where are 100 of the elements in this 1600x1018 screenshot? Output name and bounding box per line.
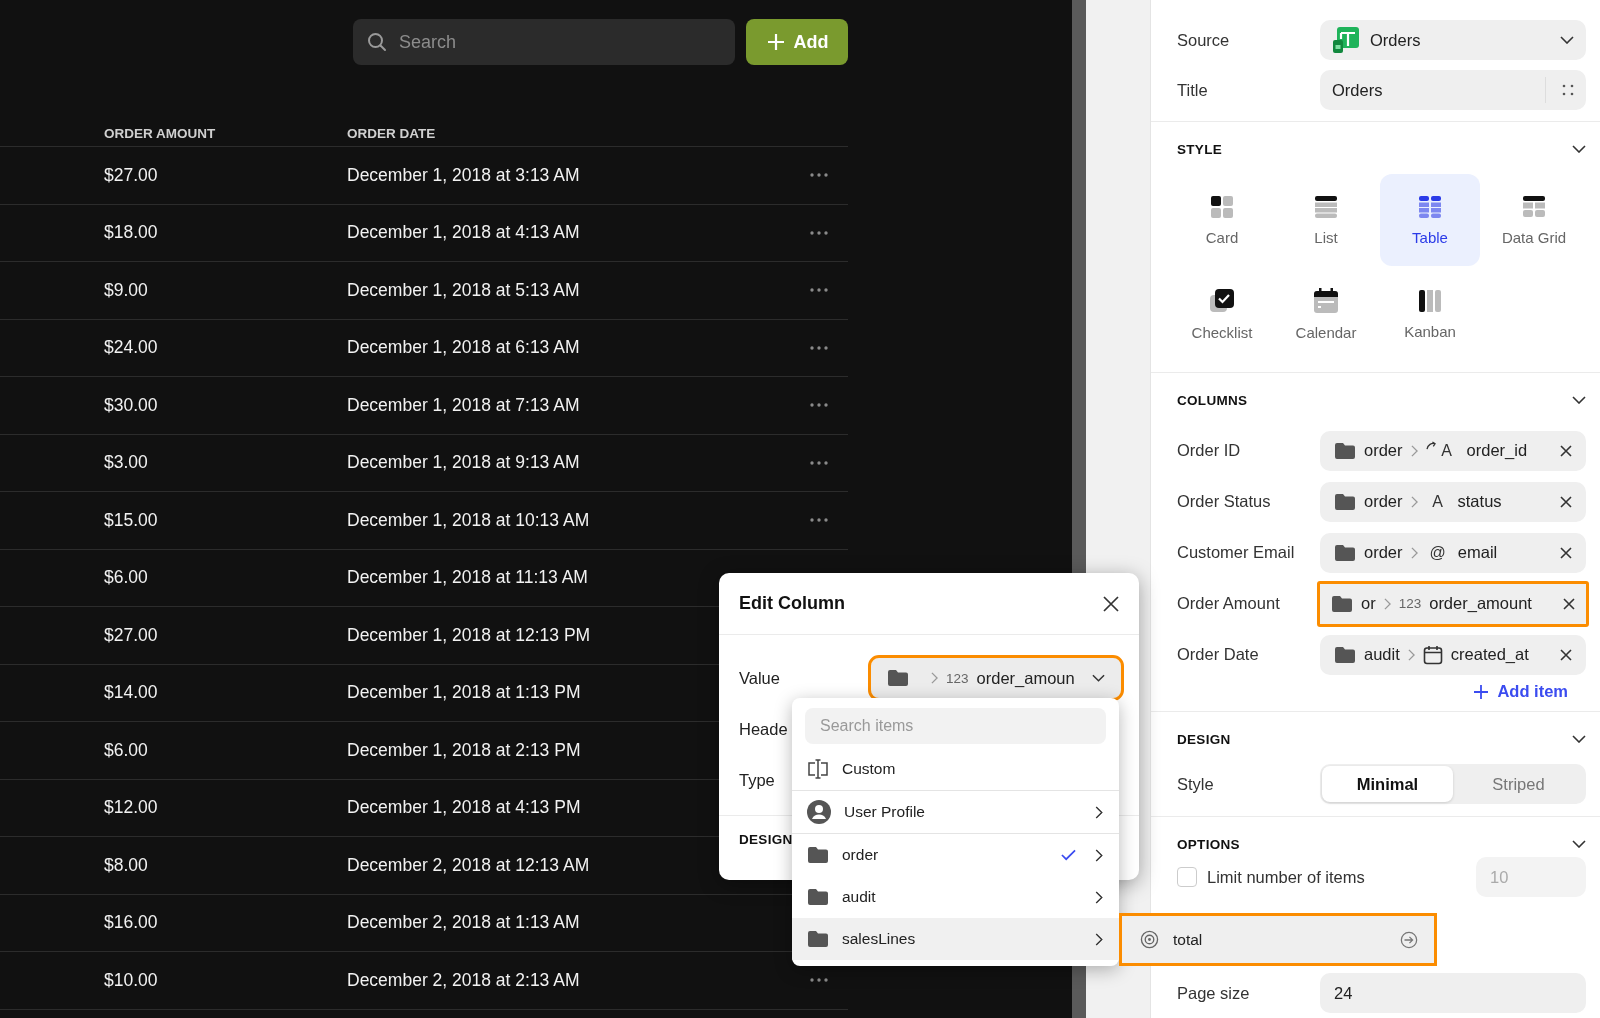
close-icon[interactable] xyxy=(1560,546,1572,559)
folder-icon xyxy=(1334,441,1356,460)
field-label: Source xyxy=(1177,30,1231,50)
folder-icon xyxy=(807,888,829,906)
search-field[interactable]: Search xyxy=(353,19,735,65)
style-option[interactable]: Calendar xyxy=(1276,268,1376,360)
table-cell-text: December 1, 2018 at 1:13 PM xyxy=(347,682,582,704)
chevron-right-icon xyxy=(1095,890,1103,904)
plus-icon xyxy=(765,32,786,52)
table-cell-text: $3.00 xyxy=(103,452,149,474)
type-label: @ xyxy=(1429,543,1446,562)
folder-icon xyxy=(807,846,829,864)
dialog-title: Edit Column xyxy=(739,593,845,614)
chevron-down-icon xyxy=(1092,674,1105,682)
add-item-button[interactable]: Add item xyxy=(1473,682,1568,701)
column-binding-chip[interactable]: order A order_id xyxy=(1320,430,1586,471)
table-cell-text: December 1, 2018 at 6:13 AM xyxy=(347,337,581,359)
segment-button[interactable]: Striped xyxy=(1453,766,1584,802)
column-binding-chip[interactable]: order @ email xyxy=(1320,532,1586,573)
style-option[interactable]: List xyxy=(1276,174,1376,266)
close-icon[interactable] xyxy=(1560,495,1572,508)
column-label: Order Status xyxy=(1177,492,1272,511)
table-cell-text: $15.00 xyxy=(103,509,159,531)
table-cell-text: December 1, 2018 at 12:13 PM xyxy=(347,624,592,646)
section-heading: DESIGN xyxy=(739,832,793,847)
more-icon[interactable] xyxy=(810,978,828,983)
chevron-down-icon[interactable] xyxy=(1572,840,1586,848)
type-label: A xyxy=(1440,441,1453,460)
table-cell-text: December 1, 2018 at 4:13 PM xyxy=(347,797,582,819)
search-items-field[interactable]: Search items xyxy=(805,708,1106,744)
folder-icon xyxy=(1334,492,1356,511)
section-heading: OPTIONS xyxy=(1177,836,1240,852)
submenu[interactable]: total xyxy=(1119,913,1437,966)
section-heading: STYLE xyxy=(1177,141,1222,157)
menu-item[interactable]: order xyxy=(792,833,1119,876)
chevron-right-icon xyxy=(1095,805,1103,819)
text-cursor-box-icon xyxy=(807,758,829,780)
menu-item[interactable]: salesLines xyxy=(792,918,1119,960)
more-icon[interactable] xyxy=(810,345,828,350)
more-icon[interactable] xyxy=(810,518,828,523)
calendar-icon xyxy=(1422,644,1443,665)
field-label: Value xyxy=(739,668,780,687)
close-icon[interactable] xyxy=(1103,595,1119,612)
style-option[interactable]: Data Grid xyxy=(1484,174,1584,266)
table-cell-text: $27.00 xyxy=(103,624,159,646)
search-icon xyxy=(367,32,387,52)
folder-icon xyxy=(1334,645,1356,664)
close-icon[interactable] xyxy=(1560,648,1572,661)
section-heading: COLUMNS xyxy=(1177,392,1248,408)
table-cell-text: December 1, 2018 at 10:13 AM xyxy=(347,509,591,531)
close-icon[interactable] xyxy=(1563,597,1575,610)
menu-item[interactable]: audit xyxy=(792,876,1119,918)
more-icon[interactable] xyxy=(810,460,828,465)
checkbox[interactable] xyxy=(1177,867,1197,887)
table-cell-text: $6.00 xyxy=(103,567,149,589)
column-label: Order Date xyxy=(1177,645,1260,664)
column-header: ORDER AMOUNT xyxy=(103,126,217,141)
column-label: Customer Email xyxy=(1177,543,1296,562)
column-binding-chip[interactable]: or 123 order_amount xyxy=(1317,580,1589,627)
table-cell-text: December 1, 2018 at 9:13 AM xyxy=(347,452,581,474)
table-cell-text: December 1, 2018 at 3:13 AM xyxy=(347,164,581,186)
more-icon[interactable] xyxy=(810,173,828,178)
style-option[interactable]: Card xyxy=(1172,174,1272,266)
value-dropdown[interactable]: 123 order_amoun xyxy=(871,658,1121,698)
table-cell-text: $14.00 xyxy=(103,682,159,704)
list-icon xyxy=(1314,194,1338,219)
more-icon[interactable] xyxy=(810,288,828,293)
table-cell-text: December 1, 2018 at 2:13 PM xyxy=(347,739,582,761)
title-field[interactable]: Orders xyxy=(1320,70,1586,110)
more-icon[interactable] xyxy=(810,230,828,235)
more-icon[interactable] xyxy=(810,403,828,408)
style-option[interactable]: Checklist xyxy=(1172,268,1272,360)
chevron-right-icon xyxy=(1410,495,1418,508)
table-cell-text: $24.00 xyxy=(103,337,159,359)
close-icon[interactable] xyxy=(1560,444,1572,457)
column-binding-chip[interactable]: audit created_at xyxy=(1320,634,1586,675)
style-option[interactable]: Kanban xyxy=(1380,268,1480,360)
page-size-field[interactable]: 24 xyxy=(1320,973,1586,1013)
chevron-down-icon[interactable] xyxy=(1572,735,1586,743)
table-cell-text: $12.00 xyxy=(103,797,159,819)
menu-item[interactable]: User Profile xyxy=(792,790,1119,833)
plus-icon xyxy=(1473,683,1490,700)
column-binding-chip[interactable]: order A status xyxy=(1320,481,1586,522)
limit-field[interactable]: 10 xyxy=(1476,857,1586,897)
menu-item[interactable]: Custom xyxy=(792,748,1119,790)
arrow-in-circle-icon xyxy=(1400,930,1418,949)
chevron-down-icon[interactable] xyxy=(1572,145,1586,153)
drag-handle-icon[interactable] xyxy=(1562,84,1574,96)
table-cell-text: December 1, 2018 at 4:13 AM xyxy=(347,222,581,244)
table-cell-text: $10.00 xyxy=(103,969,159,991)
type-label: 123 xyxy=(946,670,969,686)
chevron-right-icon xyxy=(1383,597,1391,610)
segment-button[interactable]: Minimal xyxy=(1322,766,1453,802)
chevron-down-icon[interactable] xyxy=(1572,396,1586,404)
data-grid-icon xyxy=(1522,194,1546,219)
folder-icon xyxy=(887,669,909,687)
column-header: ORDER DATE xyxy=(347,126,437,141)
style-option[interactable]: Table xyxy=(1380,174,1480,266)
folder-icon xyxy=(807,930,829,948)
source-dropdown[interactable]: Orders xyxy=(1320,20,1586,60)
